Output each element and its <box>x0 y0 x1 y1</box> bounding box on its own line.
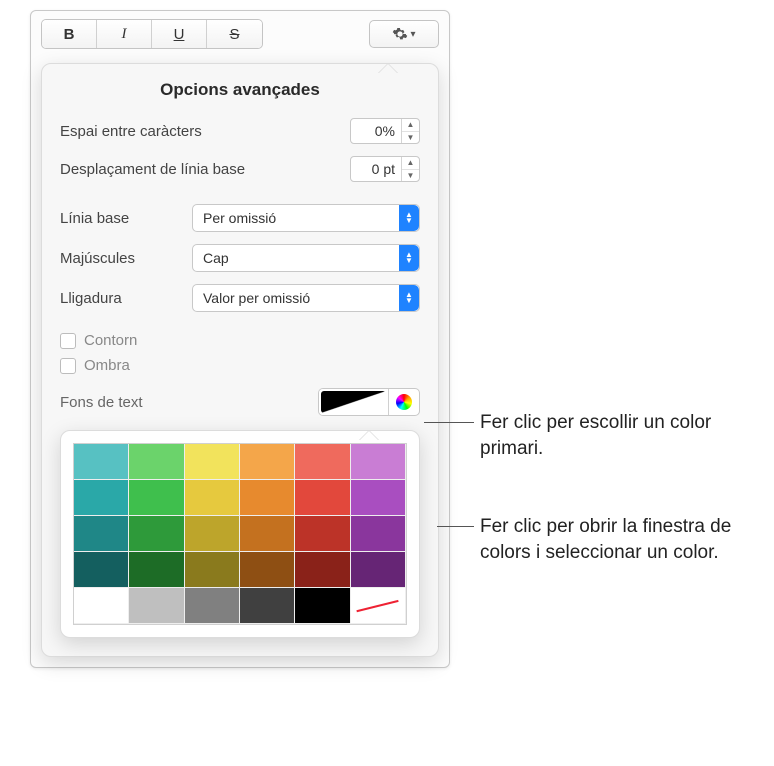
color-swatch[interactable] <box>240 444 295 480</box>
style-button-group: B I U S <box>41 19 263 49</box>
color-swatch[interactable] <box>240 516 295 552</box>
color-swatch[interactable] <box>295 480 350 516</box>
open-color-window-button[interactable] <box>389 389 419 415</box>
gear-icon <box>392 26 408 42</box>
baseline-select[interactable]: Per omissió ▲▼ <box>192 204 420 232</box>
baseline-shift-value[interactable]: 0 pt <box>351 161 401 177</box>
color-swatch[interactable] <box>351 480 406 516</box>
color-swatch[interactable] <box>351 552 406 588</box>
outline-checkbox[interactable] <box>60 333 76 349</box>
color-swatch[interactable] <box>185 480 240 516</box>
color-swatch[interactable] <box>129 588 184 624</box>
color-swatch[interactable] <box>74 588 129 624</box>
baseline-label: Línia base <box>60 210 180 227</box>
select-arrows-icon: ▲▼ <box>399 245 419 271</box>
advanced-options-popover: Opcions avançades Espai entre caràcters … <box>41 63 439 657</box>
color-swatch[interactable] <box>240 588 295 624</box>
primary-color-swatch-button[interactable] <box>319 389 389 415</box>
select-arrows-icon: ▲▼ <box>399 205 419 231</box>
char-spacing-label: Espai entre caràcters <box>60 123 202 140</box>
stepper-down-icon[interactable]: ▼ <box>402 132 419 144</box>
shadow-label: Ombra <box>84 357 130 374</box>
color-swatch[interactable] <box>295 516 350 552</box>
ligature-label: Lligadura <box>60 290 180 307</box>
color-swatch[interactable] <box>74 444 129 480</box>
stepper-up-icon[interactable]: ▲ <box>402 119 419 132</box>
color-swatch[interactable] <box>351 444 406 480</box>
baseline-shift-stepper[interactable]: 0 pt ▲▼ <box>350 156 420 182</box>
caps-select[interactable]: Cap ▲▼ <box>192 244 420 272</box>
color-swatch[interactable] <box>129 480 184 516</box>
color-swatch[interactable] <box>240 480 295 516</box>
outline-label: Contorn <box>84 332 137 349</box>
color-wheel-icon <box>396 394 412 410</box>
color-swatch[interactable] <box>185 588 240 624</box>
color-swatch[interactable] <box>129 516 184 552</box>
callout-primary-color: Fer clic per escollir un color primari. <box>480 410 760 461</box>
ligature-select[interactable]: Valor per omissió ▲▼ <box>192 284 420 312</box>
baseline-shift-label: Desplaçament de línia base <box>60 161 245 178</box>
chevron-down-icon: ▾ <box>410 29 415 40</box>
color-swatch-popover <box>60 430 420 638</box>
color-swatch[interactable] <box>74 516 129 552</box>
italic-button[interactable]: I <box>97 20 152 48</box>
color-swatch[interactable] <box>240 552 295 588</box>
color-swatch[interactable] <box>129 444 184 480</box>
text-background-label: Fons de text <box>60 394 143 411</box>
color-swatch[interactable] <box>185 516 240 552</box>
color-swatch[interactable] <box>129 552 184 588</box>
callout-color-window: Fer clic per obrir la finestra de colors… <box>480 514 760 565</box>
underline-button[interactable]: U <box>152 20 207 48</box>
color-swatch-grid <box>73 443 407 625</box>
color-swatch[interactable] <box>74 480 129 516</box>
shadow-checkbox[interactable] <box>60 358 76 374</box>
caps-select-value: Cap <box>203 250 229 266</box>
stepper-down-icon[interactable]: ▼ <box>402 170 419 182</box>
popover-title: Opcions avançades <box>60 80 420 100</box>
select-arrows-icon: ▲▼ <box>399 285 419 311</box>
text-style-toolbar: B I U S ▾ <box>31 11 449 57</box>
stepper-up-icon[interactable]: ▲ <box>402 157 419 170</box>
strikethrough-button[interactable]: S <box>207 20 262 48</box>
baseline-select-value: Per omissió <box>203 210 276 226</box>
advanced-options-button[interactable]: ▾ <box>369 20 439 48</box>
color-swatch[interactable] <box>351 588 406 624</box>
char-spacing-value[interactable]: 0% <box>351 123 401 139</box>
char-spacing-stepper[interactable]: 0% ▲▼ <box>350 118 420 144</box>
color-swatch[interactable] <box>295 588 350 624</box>
ligature-select-value: Valor per omissió <box>203 290 310 306</box>
caps-label: Majúscules <box>60 250 180 267</box>
text-background-controls <box>318 388 420 416</box>
color-swatch[interactable] <box>295 552 350 588</box>
color-swatch[interactable] <box>185 552 240 588</box>
color-swatch[interactable] <box>74 552 129 588</box>
color-swatch[interactable] <box>295 444 350 480</box>
color-swatch[interactable] <box>351 516 406 552</box>
bold-button[interactable]: B <box>42 20 97 48</box>
swatch-preview-icon <box>321 391 386 413</box>
color-swatch[interactable] <box>185 444 240 480</box>
